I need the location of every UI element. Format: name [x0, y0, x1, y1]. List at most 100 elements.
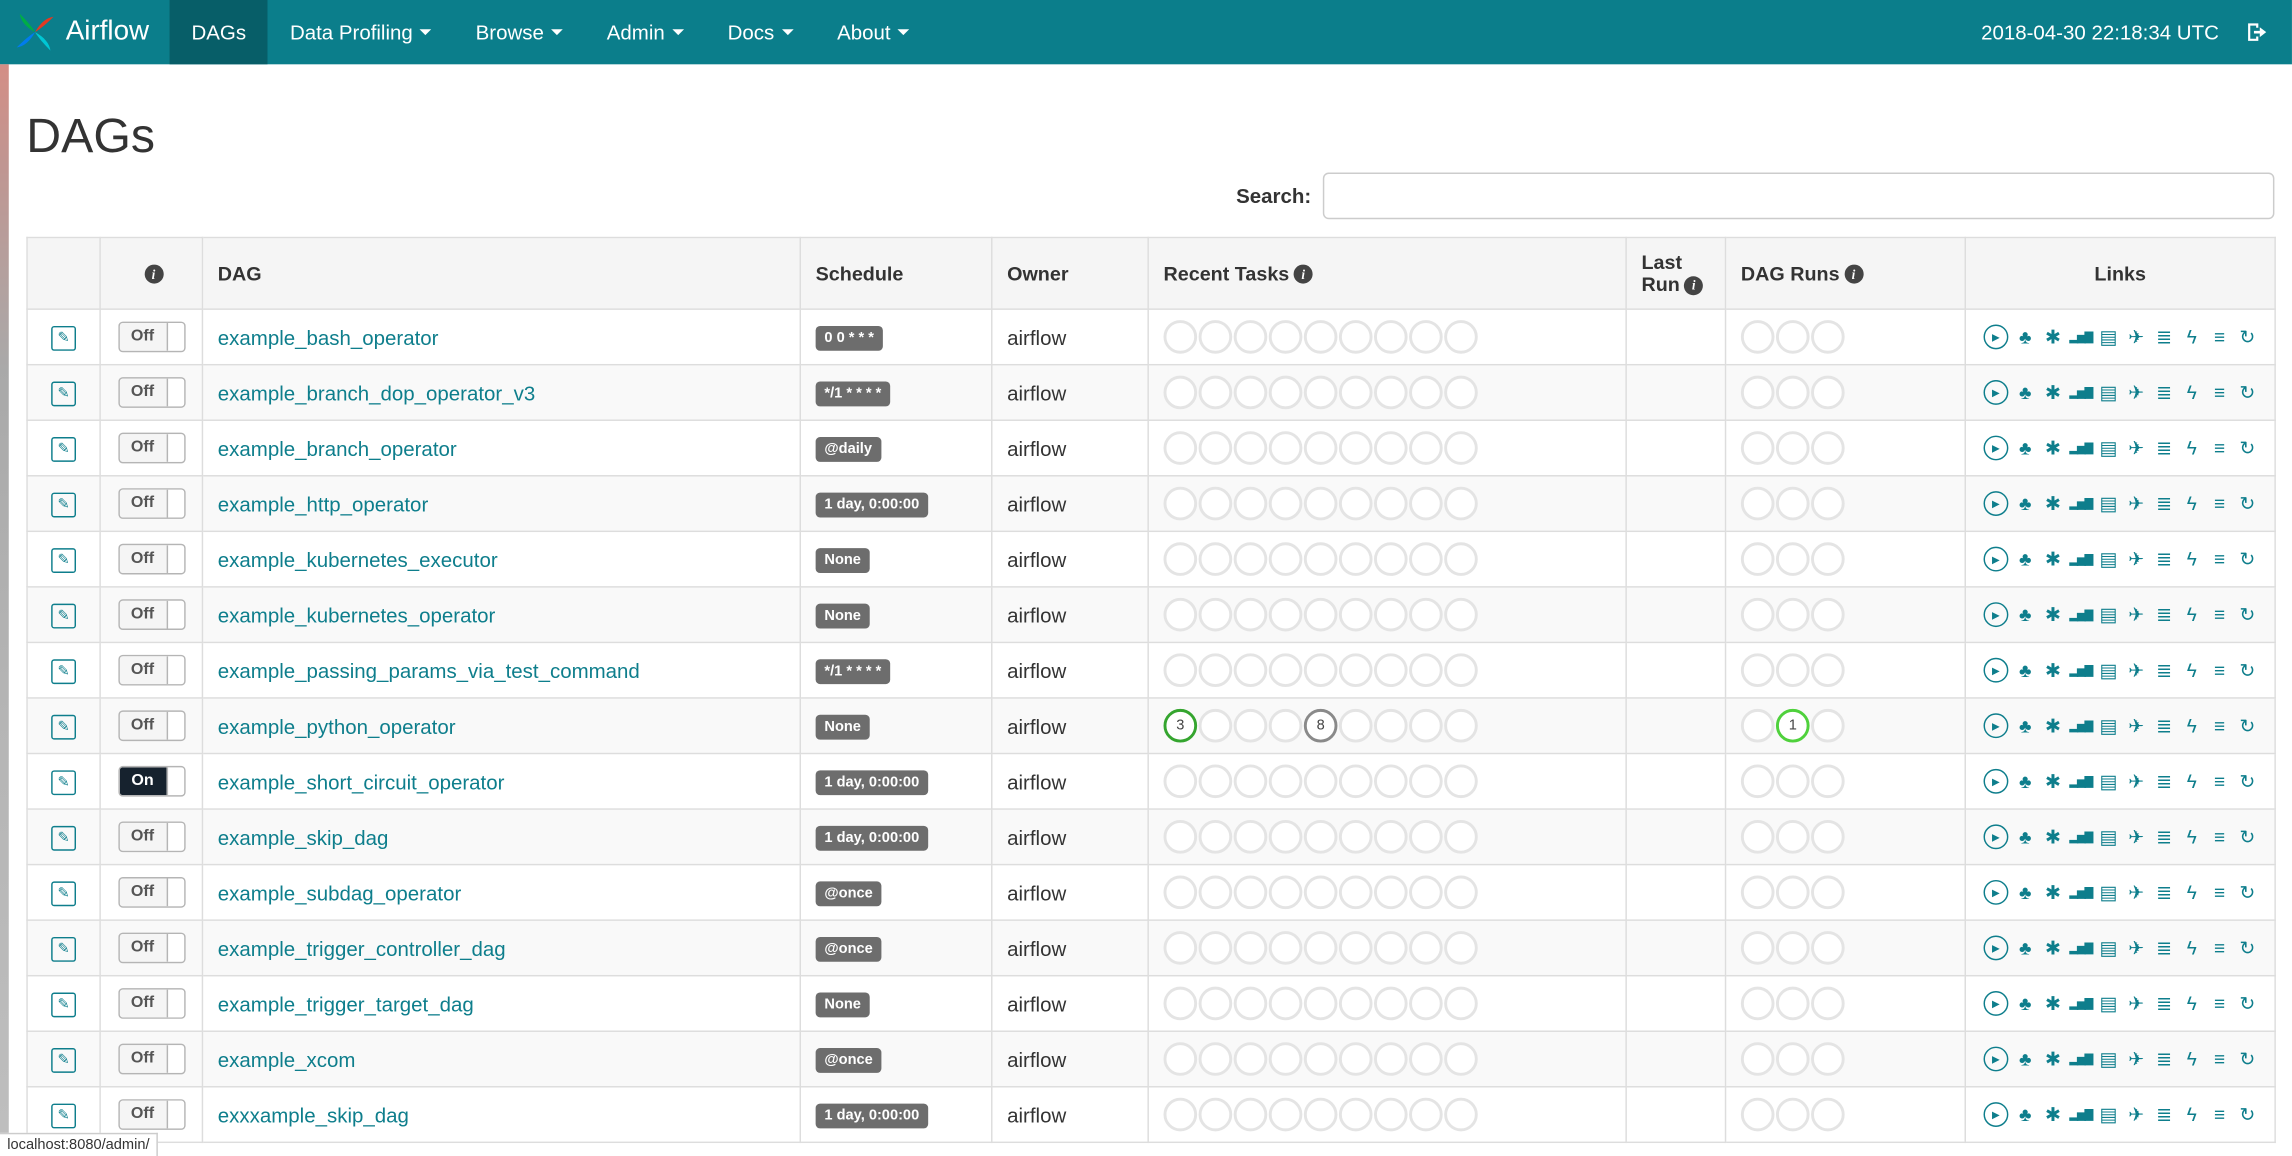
dag-name-link[interactable]: example_kubernetes_operator — [218, 603, 496, 626]
code-view-icon[interactable]: ϟ — [2178, 826, 2206, 848]
landing-times-icon[interactable]: ✈ — [2122, 492, 2150, 515]
logs-icon[interactable]: ≡ — [2206, 604, 2234, 626]
refresh-dag-icon[interactable]: ↻ — [2233, 604, 2261, 627]
graph-view-icon[interactable]: ✱ — [2039, 381, 2067, 404]
code-view-icon[interactable]: ϟ — [2178, 993, 2206, 1015]
dag-name-link[interactable]: example_xcom — [218, 1047, 356, 1070]
task-duration-icon[interactable]: ▂▅▇ — [2067, 442, 2095, 455]
landing-times-icon[interactable]: ✈ — [2122, 381, 2150, 404]
graph-view-icon[interactable]: ✱ — [2039, 715, 2067, 738]
code-view-icon[interactable]: ϟ — [2178, 549, 2206, 571]
task-duration-icon[interactable]: ▂▅▇ — [2067, 331, 2095, 344]
dag-name-link[interactable]: example_branch_dop_operator_v3 — [218, 381, 535, 404]
task-tries-icon[interactable]: ▤ — [2095, 1048, 2123, 1071]
task-tries-icon[interactable]: ▤ — [2095, 1103, 2123, 1126]
dag-pause-toggle[interactable]: Off — [117, 543, 185, 575]
dag-name-link[interactable]: example_trigger_target_dag — [218, 992, 474, 1015]
edit-dag-icon[interactable]: ✎ — [51, 714, 77, 740]
code-view-icon[interactable]: ϟ — [2178, 493, 2206, 515]
tree-view-icon[interactable]: ♣ — [2011, 882, 2039, 904]
edit-dag-icon[interactable]: ✎ — [51, 659, 77, 685]
edit-dag-icon[interactable]: ✎ — [51, 603, 77, 629]
task-duration-icon[interactable]: ▂▅▇ — [2067, 720, 2095, 733]
graph-view-icon[interactable]: ✱ — [2039, 548, 2067, 571]
logs-icon[interactable]: ≡ — [2206, 438, 2234, 460]
edit-dag-icon[interactable]: ✎ — [51, 325, 77, 351]
refresh-dag-icon[interactable]: ↻ — [2233, 826, 2261, 849]
gantt-view-icon[interactable]: ≣ — [2150, 715, 2178, 738]
edit-dag-icon[interactable]: ✎ — [51, 1048, 77, 1073]
logs-icon[interactable]: ≡ — [2206, 493, 2234, 515]
logs-icon[interactable]: ≡ — [2206, 882, 2234, 904]
dag-pause-toggle[interactable]: Off — [117, 988, 185, 1019]
landing-times-icon[interactable]: ✈ — [2122, 826, 2150, 849]
tree-view-icon[interactable]: ♣ — [2011, 771, 2039, 793]
dag-name-link[interactable]: exxxample_skip_dag — [218, 1103, 409, 1126]
gantt-view-icon[interactable]: ≣ — [2150, 326, 2178, 349]
refresh-dag-icon[interactable]: ↻ — [2233, 937, 2261, 960]
task-duration-icon[interactable]: ▂▅▇ — [2067, 775, 2095, 788]
logs-icon[interactable]: ≡ — [2206, 1104, 2234, 1126]
task-tries-icon[interactable]: ▤ — [2095, 437, 2123, 460]
dag-pause-toggle[interactable]: Off — [117, 821, 185, 853]
tree-view-icon[interactable]: ♣ — [2011, 1049, 2039, 1071]
trigger-dag-icon[interactable]: ▶ — [1983, 991, 2009, 1017]
task-duration-icon[interactable]: ▂▅▇ — [2067, 609, 2095, 622]
landing-times-icon[interactable]: ✈ — [2122, 548, 2150, 571]
task-state-circle[interactable]: 1 — [1775, 708, 1810, 743]
refresh-dag-icon[interactable]: ↻ — [2233, 659, 2261, 682]
edit-dag-icon[interactable]: ✎ — [51, 1103, 77, 1129]
landing-times-icon[interactable]: ✈ — [2122, 770, 2150, 793]
graph-view-icon[interactable]: ✱ — [2039, 326, 2067, 349]
dag-name-link[interactable]: example_trigger_controller_dag — [218, 936, 506, 959]
task-tries-icon[interactable]: ▤ — [2095, 381, 2123, 404]
dag-pause-toggle[interactable]: Off — [117, 654, 185, 686]
edit-dag-icon[interactable]: ✎ — [51, 492, 77, 518]
task-tries-icon[interactable]: ▤ — [2095, 659, 2123, 682]
task-tries-icon[interactable]: ▤ — [2095, 548, 2123, 571]
dag-pause-toggle[interactable]: Off — [117, 432, 185, 464]
landing-times-icon[interactable]: ✈ — [2122, 326, 2150, 349]
task-duration-icon[interactable]: ▂▅▇ — [2067, 831, 2095, 844]
code-view-icon[interactable]: ϟ — [2178, 327, 2206, 349]
gantt-view-icon[interactable]: ≣ — [2150, 659, 2178, 682]
refresh-dag-icon[interactable]: ↻ — [2233, 1048, 2261, 1071]
gantt-view-icon[interactable]: ≣ — [2150, 826, 2178, 849]
code-view-icon[interactable]: ϟ — [2178, 771, 2206, 793]
task-duration-icon[interactable]: ▂▅▇ — [2067, 553, 2095, 566]
task-duration-icon[interactable]: ▂▅▇ — [2067, 664, 2095, 677]
task-tries-icon[interactable]: ▤ — [2095, 326, 2123, 349]
code-view-icon[interactable]: ϟ — [2178, 715, 2206, 737]
code-view-icon[interactable]: ϟ — [2178, 1104, 2206, 1126]
graph-view-icon[interactable]: ✱ — [2039, 1103, 2067, 1126]
task-duration-icon[interactable]: ▂▅▇ — [2067, 886, 2095, 899]
dag-name-link[interactable]: example_short_circuit_operator — [218, 770, 505, 793]
edit-dag-icon[interactable]: ✎ — [51, 992, 77, 1018]
landing-times-icon[interactable]: ✈ — [2122, 604, 2150, 627]
tree-view-icon[interactable]: ♣ — [2011, 660, 2039, 682]
tree-view-icon[interactable]: ♣ — [2011, 382, 2039, 404]
graph-view-icon[interactable]: ✱ — [2039, 492, 2067, 515]
task-duration-icon[interactable]: ▂▅▇ — [2067, 942, 2095, 955]
gantt-view-icon[interactable]: ≣ — [2150, 937, 2178, 960]
gantt-view-icon[interactable]: ≣ — [2150, 437, 2178, 460]
task-tries-icon[interactable]: ▤ — [2095, 992, 2123, 1015]
dag-pause-toggle[interactable]: Off — [117, 877, 185, 908]
tree-view-icon[interactable]: ♣ — [2011, 438, 2039, 460]
dag-name-link[interactable]: example_passing_params_via_test_command — [218, 658, 640, 681]
refresh-dag-icon[interactable]: ↻ — [2233, 992, 2261, 1015]
dag-pause-toggle[interactable]: Off — [117, 1099, 185, 1130]
trigger-dag-icon[interactable]: ▶ — [1983, 880, 2009, 906]
gantt-view-icon[interactable]: ≣ — [2150, 1048, 2178, 1071]
gantt-view-icon[interactable]: ≣ — [2150, 548, 2178, 571]
trigger-dag-icon[interactable]: ▶ — [1983, 1102, 2009, 1128]
task-duration-icon[interactable]: ▂▅▇ — [2067, 498, 2095, 511]
tree-view-icon[interactable]: ♣ — [2011, 826, 2039, 848]
graph-view-icon[interactable]: ✱ — [2039, 770, 2067, 793]
tree-view-icon[interactable]: ♣ — [2011, 938, 2039, 960]
dag-name-link[interactable]: example_subdag_operator — [218, 881, 461, 904]
dag-name-link[interactable]: example_bash_operator — [218, 325, 439, 348]
code-view-icon[interactable]: ϟ — [2178, 604, 2206, 626]
trigger-dag-icon[interactable]: ▶ — [1983, 658, 2009, 684]
nav-item-about[interactable]: About — [815, 0, 931, 64]
